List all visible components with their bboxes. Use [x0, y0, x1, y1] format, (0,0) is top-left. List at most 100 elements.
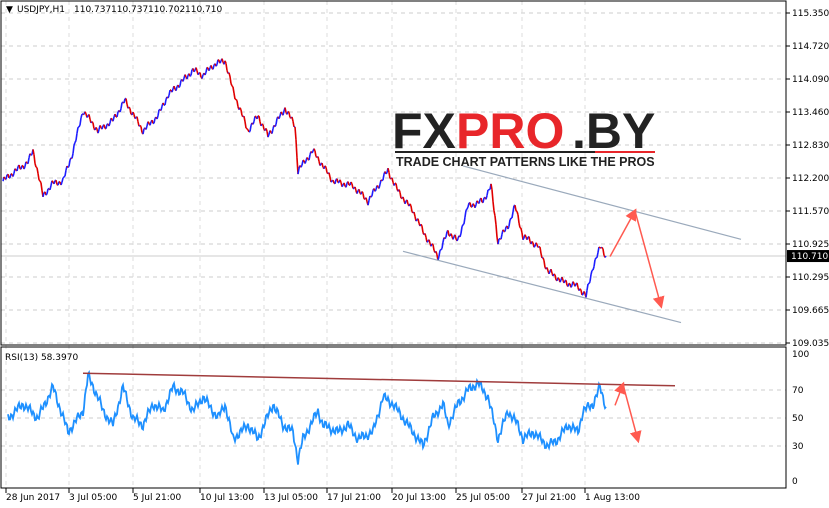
price-bar: [68, 160, 71, 167]
price-bar: [539, 246, 542, 254]
price-pane-border: [0, 0, 787, 346]
price-bar: [413, 211, 416, 217]
price-bar: [444, 236, 447, 240]
price-bar: [381, 179, 384, 182]
price-bar: [221, 58, 224, 63]
price-bar: [233, 92, 236, 100]
price-bar: [119, 108, 122, 113]
price-bar: [306, 157, 309, 160]
price-bar: [229, 76, 232, 84]
price-bar: [490, 183, 493, 190]
price-bar: [406, 199, 409, 205]
price-bar: [365, 197, 368, 202]
logo-by: .BY: [572, 103, 655, 159]
price-bar: [64, 169, 67, 177]
price-bar: [504, 226, 507, 232]
price-bar: [55, 179, 58, 185]
price-bar: [288, 112, 291, 118]
price-bar: [40, 182, 43, 191]
price-bar: [553, 273, 556, 276]
price-bar: [51, 180, 54, 183]
price-bar: [60, 181, 63, 186]
price-bar: [265, 128, 268, 132]
price-bar: [325, 167, 328, 173]
price-bar: [235, 98, 238, 102]
price-bar: [125, 98, 128, 105]
price-bar: [116, 111, 119, 118]
price-bar: [247, 129, 250, 133]
price-bar: [336, 178, 339, 183]
time-tick-label: 5 Jul 21:00: [133, 493, 182, 503]
price-bar: [278, 115, 281, 120]
price-bar: [212, 65, 215, 70]
time-tick-label: 27 Jul 21:00: [522, 493, 576, 503]
price-bar: [167, 95, 170, 99]
price-bar: [249, 125, 252, 132]
price-bar: [517, 214, 520, 224]
rsi-line: [7, 370, 607, 465]
price-bar: [30, 153, 33, 156]
price-bar: [579, 288, 582, 291]
price-bar: [308, 154, 311, 161]
price-bar: [592, 266, 595, 271]
price-bar: [602, 248, 605, 256]
price-bar: [502, 229, 505, 232]
price-bar: [472, 203, 475, 206]
price-bar: [75, 133, 78, 141]
logo-pro: PRO: [456, 103, 564, 159]
price-bar: [464, 210, 467, 218]
channel-upper-line: [462, 165, 742, 240]
ohlc-low: 110.702: [148, 5, 185, 15]
price-bar: [428, 239, 431, 244]
price-bar: [73, 142, 76, 146]
price-bar: [339, 179, 342, 183]
price-bar: [404, 200, 407, 205]
price-bar: [204, 72, 207, 76]
rsi-label: RSI(13) 58.3970: [5, 353, 78, 363]
price-bar: [123, 98, 126, 104]
price-bar: [92, 122, 95, 129]
channel-lower-line: [402, 250, 682, 324]
price-bar: [246, 128, 249, 131]
price-bar: [486, 189, 489, 196]
price-bar: [546, 267, 549, 272]
price-bar: [358, 189, 361, 194]
price-bar: [33, 154, 36, 164]
price-bar: [71, 153, 74, 159]
price-bar: [495, 224, 498, 238]
price-bar: [12, 172, 15, 177]
price-bar: [239, 107, 242, 111]
price-bar: [160, 106, 163, 111]
price-bar: [236, 100, 239, 107]
price-bar: [58, 180, 61, 183]
price-bar: [374, 189, 377, 192]
logo-tagline: TRADE CHART PATTERNS LIKE THE PROS: [396, 155, 655, 169]
price-bar: [84, 111, 87, 115]
price-bar: [53, 180, 56, 185]
price-tick-label: 112.830: [792, 141, 829, 151]
price-bar: [240, 109, 243, 116]
price-bar: [80, 114, 83, 119]
price-bar: [341, 184, 344, 188]
price-bar: [178, 85, 181, 88]
price-bar: [586, 283, 589, 291]
price-bar: [382, 174, 385, 181]
price-bar: [287, 110, 290, 113]
price-tick-label: 110.295: [792, 273, 829, 283]
price-bar: [256, 115, 259, 120]
dropdown-icon[interactable]: ▼: [6, 5, 13, 15]
price-tick-label: 115.350: [792, 9, 829, 19]
price-bar: [512, 205, 515, 213]
price-bar: [354, 186, 357, 191]
price-bar: [402, 196, 405, 201]
ohlc-open: 110.737: [74, 5, 111, 15]
price-bar: [533, 245, 536, 248]
price-bar: [275, 118, 278, 125]
price-bar: [5, 174, 8, 180]
price-bar: [110, 117, 113, 120]
chart-canvas[interactable]: FX PRO .BY TRADE CHART PATTERNS LIKE THE…: [0, 0, 829, 508]
price-bar: [134, 117, 137, 120]
time-tick-label: 20 Jul 13:00: [392, 493, 446, 503]
price-bar: [67, 165, 70, 169]
price-bar: [269, 130, 272, 133]
